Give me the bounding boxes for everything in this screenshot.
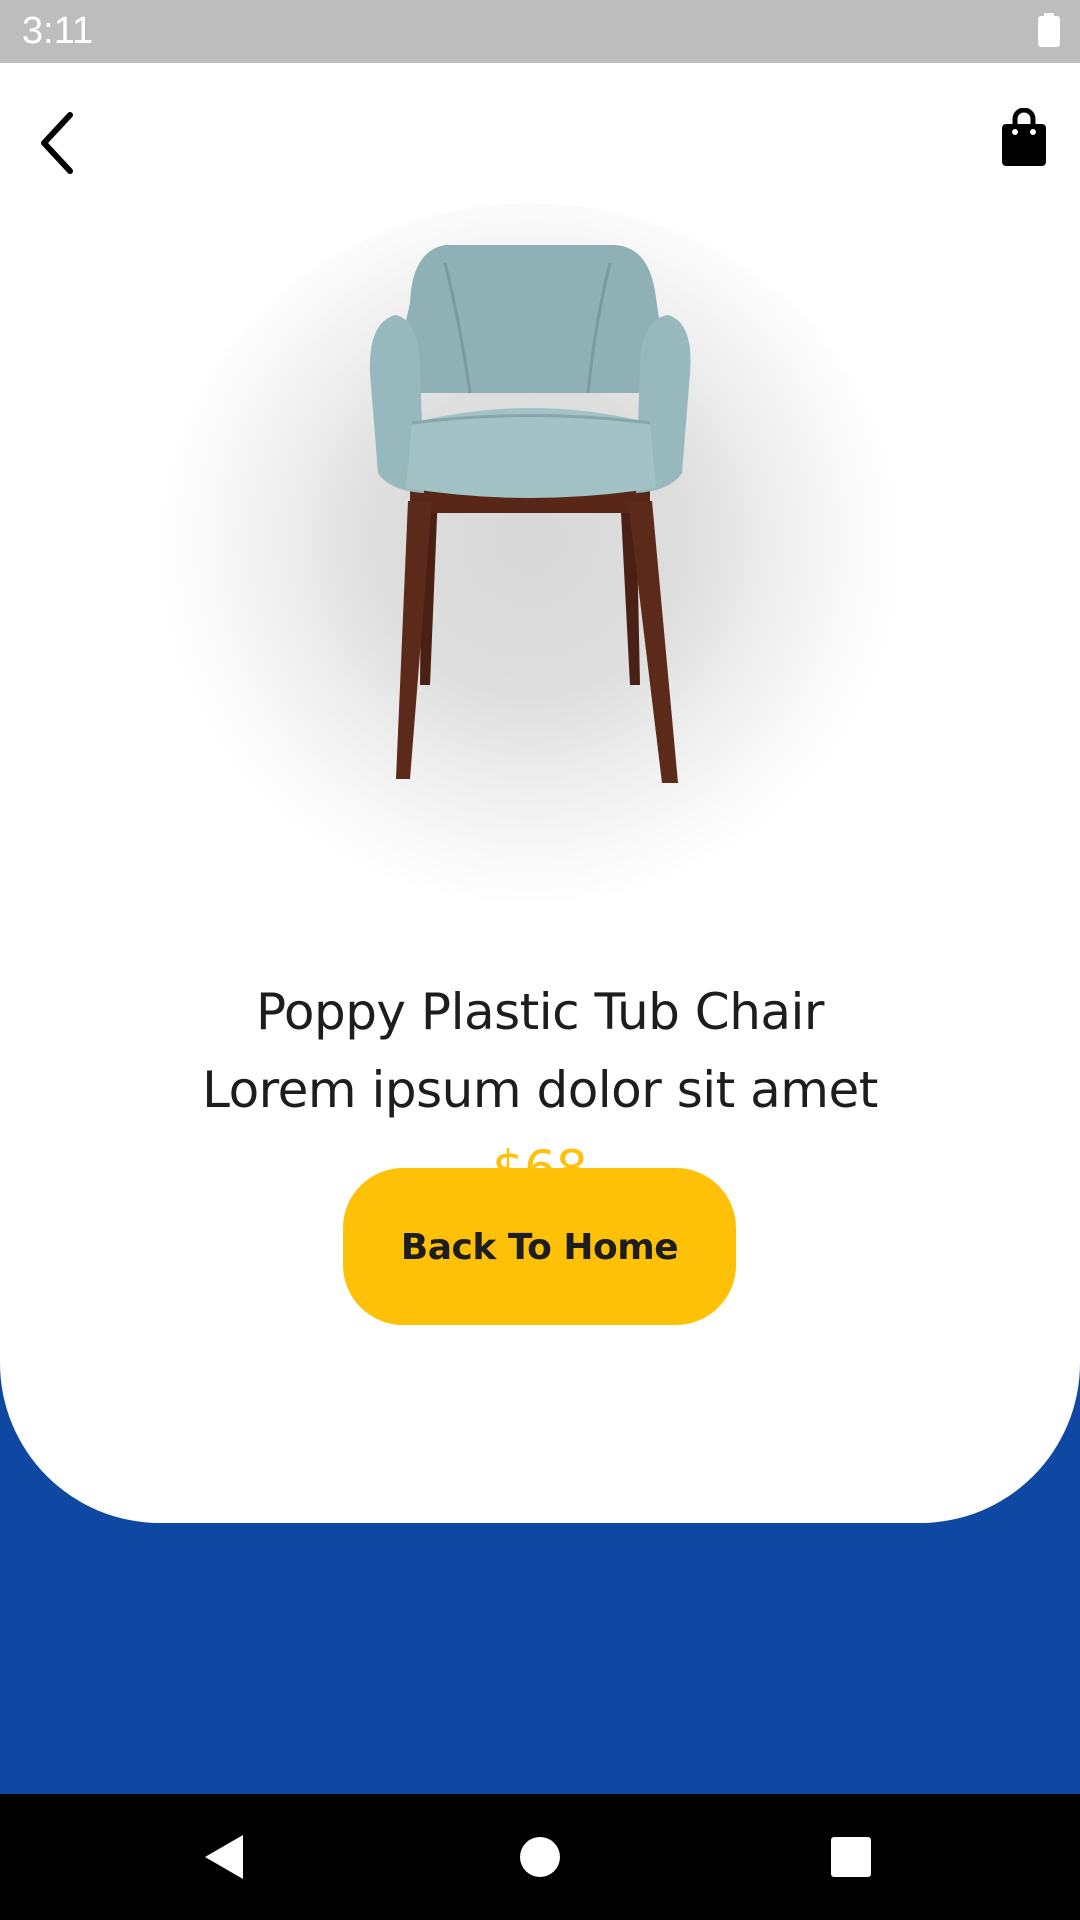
product-card: Poppy Plastic Tub Chair Lorem ipsum dolo… xyxy=(0,63,1080,1523)
status-time: 3:11 xyxy=(22,10,94,52)
system-navigation-bar xyxy=(0,1794,1080,1920)
back-to-home-button[interactable]: Back To Home xyxy=(343,1168,736,1325)
armchair-image xyxy=(369,245,691,783)
battery-full-icon xyxy=(1038,13,1060,47)
product-subtitle: Lorem ipsum dolor sit amet xyxy=(202,1061,878,1119)
back-arrow-icon[interactable] xyxy=(30,103,86,183)
status-bar: 3:11 xyxy=(0,0,1080,63)
product-detail-screen: 3:11 Poppy Plastic Tub Chair Lorem ipsum… xyxy=(0,0,1080,1920)
shopping-bag-icon[interactable] xyxy=(998,108,1050,168)
nav-back-triangle-icon[interactable] xyxy=(165,1794,285,1920)
nav-home-circle-icon[interactable] xyxy=(480,1794,600,1920)
nav-recents-square-icon[interactable] xyxy=(790,1794,910,1920)
product-title: Poppy Plastic Tub Chair xyxy=(256,983,825,1041)
